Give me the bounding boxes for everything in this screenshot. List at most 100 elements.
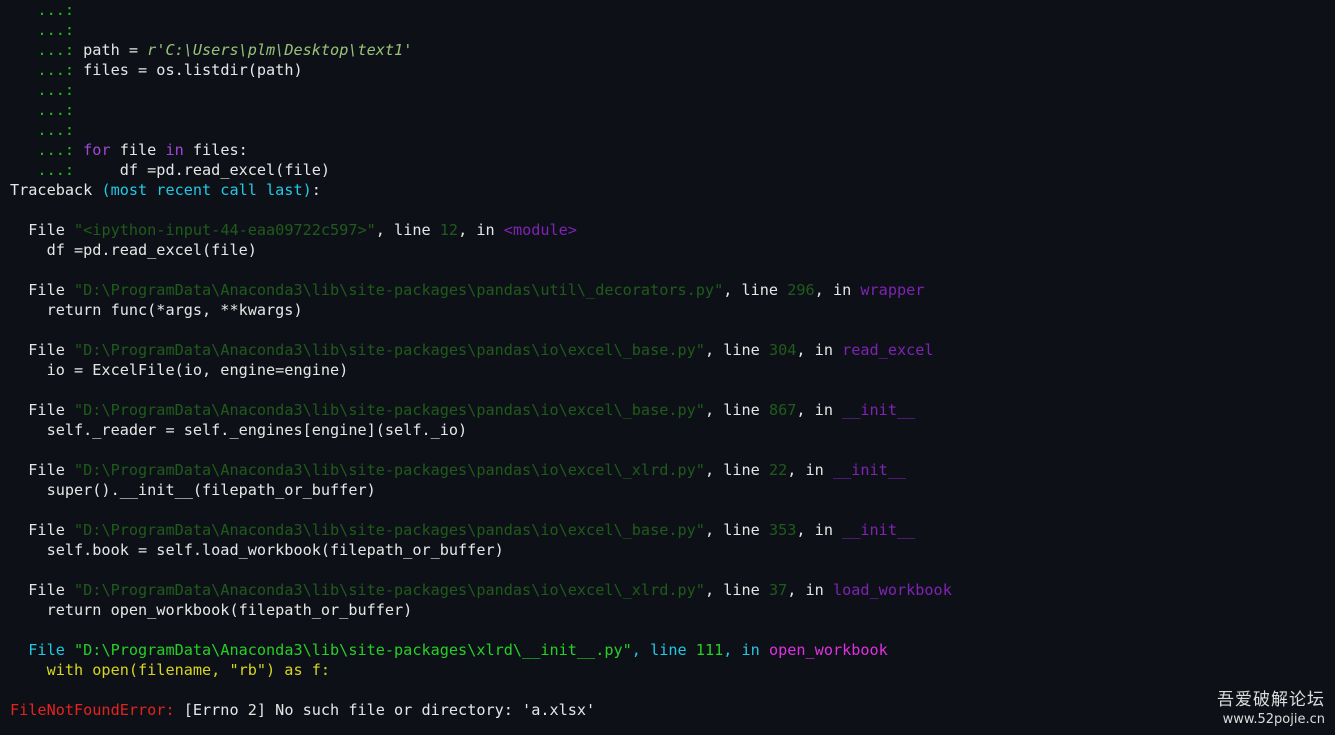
code-text: files: — [183, 141, 248, 159]
in-label: , in — [796, 401, 843, 419]
frame-location: File "D:\ProgramData\Anaconda3\lib\site-… — [10, 280, 1335, 300]
last-frame-source: with open(filename, "rb") as f: — [10, 660, 1335, 680]
code-text: files = os.listdir(path) — [74, 61, 303, 79]
line-label: , line — [704, 461, 769, 479]
frame-line-number: 22 — [768, 461, 788, 479]
frame-function: wrapper — [860, 281, 925, 299]
frame-location: File "D:\ProgramData\Anaconda3\lib\site-… — [10, 460, 1335, 480]
frame-source-code: df =pd.read_excel(file) — [10, 241, 257, 259]
continuation-prompt: ...: — [10, 21, 75, 39]
frame-location: File "<ipython-input-44-eaa09722c597>", … — [10, 220, 1335, 240]
line-label: , line — [704, 401, 769, 419]
frame-line-number: 296 — [787, 281, 815, 299]
line-label: , line — [704, 521, 769, 539]
terminal-output: ...: ...: ...: path = r'C:\Users\plm\Des… — [10, 0, 1335, 735]
frame-file-path: "D:\ProgramData\Anaconda3\lib\site-packa… — [74, 641, 632, 659]
continuation-prompt: ...: — [10, 161, 75, 179]
in-label: , in — [787, 461, 833, 479]
frame-function: open_workbook — [768, 641, 888, 659]
traceback-colon: : — [311, 181, 321, 199]
frame-source-code: self.book = self.load_workbook(filepath_… — [10, 541, 504, 559]
frame-function: __init__ — [842, 521, 916, 539]
frame-file-path: "<ipython-input-44-eaa09722c597>" — [74, 221, 376, 239]
frame-line-number: 304 — [768, 341, 797, 359]
traceback-note: (most recent call last) — [101, 181, 312, 199]
error-line: FileNotFoundError: [Errno 2] No such fil… — [10, 700, 1335, 720]
frame-file-path: "D:\ProgramData\Anaconda3\lib\site-packa… — [74, 461, 705, 479]
in-label: , in — [796, 521, 843, 539]
frame-function: __init__ — [832, 461, 907, 479]
code-text: df =pd.read_excel(file) — [74, 161, 331, 179]
frame-file-path: "D:\ProgramData\Anaconda3\lib\site-packa… — [74, 401, 705, 419]
file-label: File — [10, 401, 75, 419]
frame-source: io = ExcelFile(io, engine=engine) — [10, 360, 1335, 380]
code-line: ...: — [10, 100, 1335, 120]
frame-file-path: "D:\ProgramData\Anaconda3\lib\site-packa… — [74, 521, 705, 539]
frame-source: self.book = self.load_workbook(filepath_… — [10, 540, 1335, 560]
keyword: for — [74, 141, 111, 159]
in-label: , in — [458, 221, 504, 239]
continuation-prompt: ...: — [10, 121, 75, 139]
frame-location: File "D:\ProgramData\Anaconda3\lib\site-… — [10, 340, 1335, 360]
file-label: File — [10, 521, 75, 539]
file-label: File — [10, 581, 75, 599]
string-literal: r'C:\Users\plm\Desktop\text1' — [147, 41, 413, 59]
continuation-prompt: ...: — [10, 141, 75, 159]
code-text: path = — [74, 41, 148, 59]
frame-line-number: 111 — [695, 641, 724, 659]
code-line: ...: files = os.listdir(path) — [10, 60, 1335, 80]
in-label: , in — [796, 341, 843, 359]
watermark-title: 吾爱破解论坛 — [1217, 690, 1325, 710]
code-line: ...: df =pd.read_excel(file) — [10, 160, 1335, 180]
continuation-prompt: ...: — [10, 41, 75, 59]
frame-file-path: "D:\ProgramData\Anaconda3\lib\site-packa… — [74, 281, 724, 299]
line-label: , line — [723, 281, 788, 299]
file-label: File — [10, 221, 75, 239]
frame-source: return func(*args, **kwargs) — [10, 300, 1335, 320]
frame-location: File "D:\ProgramData\Anaconda3\lib\site-… — [10, 580, 1335, 600]
frame-location: File "D:\ProgramData\Anaconda3\lib\site-… — [10, 520, 1335, 540]
frame-source-code: io = ExcelFile(io, engine=engine) — [10, 361, 349, 379]
code-line: ...: — [10, 20, 1335, 40]
line-label: , line — [631, 641, 696, 659]
frame-function: read_excel — [842, 341, 934, 359]
frame-line-number: 37 — [768, 581, 788, 599]
continuation-prompt: ...: — [10, 61, 75, 79]
continuation-prompt: ...: — [10, 101, 75, 119]
frame-source: super().__init__(filepath_or_buffer) — [10, 480, 1335, 500]
watermark-url: www.52pojie.cn — [1222, 712, 1325, 727]
continuation-prompt: ...: — [10, 1, 75, 19]
frame-source-code: with open(filename, "rb") as f: — [10, 661, 331, 679]
frame-source-code: super().__init__(filepath_or_buffer) — [10, 481, 376, 499]
in-label: , in — [723, 641, 769, 659]
frame-line-number: 12 — [439, 221, 459, 239]
frame-line-number: 867 — [768, 401, 797, 419]
traceback-label: Traceback — [10, 181, 102, 199]
traceback-header: Traceback (most recent call last): — [10, 180, 1335, 200]
line-label: , line — [704, 581, 769, 599]
frame-file-path: "D:\ProgramData\Anaconda3\lib\site-packa… — [74, 581, 705, 599]
file-label: File — [10, 341, 75, 359]
frame-source: return open_workbook(filepath_or_buffer) — [10, 600, 1335, 620]
code-text: file — [110, 141, 166, 159]
line-label: , line — [375, 221, 440, 239]
line-label: , line — [704, 341, 769, 359]
code-line: ...: — [10, 120, 1335, 140]
frame-source-code: return func(*args, **kwargs) — [10, 301, 303, 319]
file-label: File — [10, 281, 75, 299]
in-label: , in — [814, 281, 861, 299]
in-label: , in — [787, 581, 833, 599]
last-frame-location: File "D:\ProgramData\Anaconda3\lib\site-… — [10, 640, 1335, 660]
frame-source-code: return open_workbook(filepath_or_buffer) — [10, 601, 413, 619]
frame-location: File "D:\ProgramData\Anaconda3\lib\site-… — [10, 400, 1335, 420]
file-label: File — [10, 641, 75, 659]
file-label: File — [10, 461, 75, 479]
error-type: FileNotFoundError: — [10, 701, 175, 719]
